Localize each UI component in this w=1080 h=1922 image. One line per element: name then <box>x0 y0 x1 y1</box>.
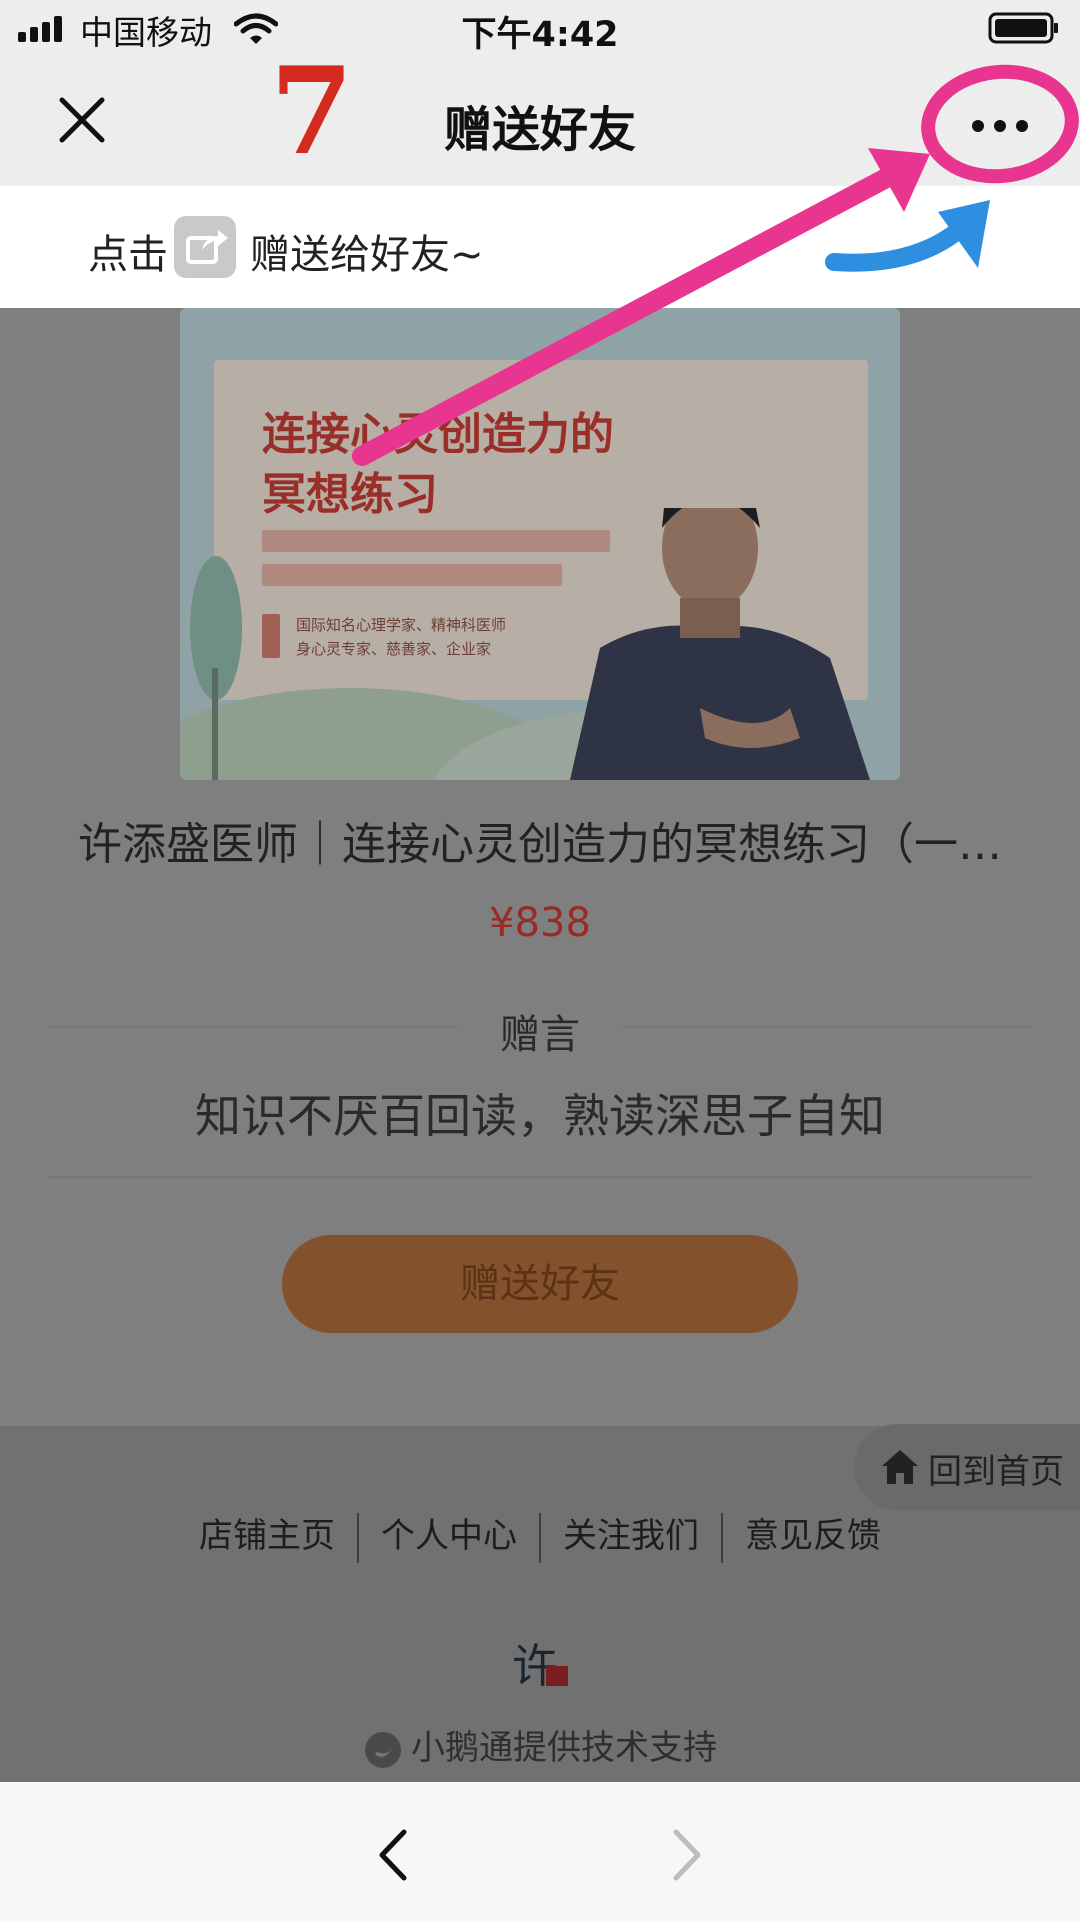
blue-arrow-shaft <box>825 213 977 272</box>
annotation-overlay <box>352 64 1079 466</box>
pink-arrow-shaft <box>352 166 900 466</box>
highlight-circle <box>921 64 1079 184</box>
